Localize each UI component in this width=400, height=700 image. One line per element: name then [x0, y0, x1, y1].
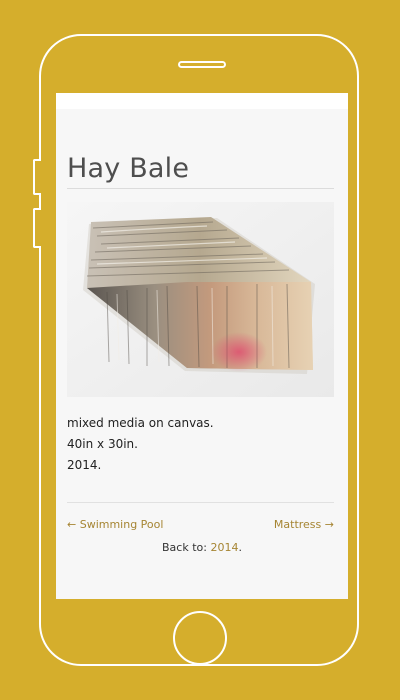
artwork-dimensions: 40in x 30in. [67, 437, 138, 451]
back-to-year-link[interactable]: 2014 [210, 541, 238, 554]
phone-speaker [178, 61, 226, 68]
previous-artwork-link[interactable]: ← Swimming Pool [67, 518, 163, 531]
status-bar [56, 93, 348, 109]
home-button [173, 611, 227, 665]
volume-down-button [33, 208, 41, 248]
title-divider [67, 188, 334, 189]
back-to-section: Back to: 2014. [56, 541, 348, 554]
artwork-image [67, 202, 334, 397]
next-artwork-link[interactable]: Mattress → [274, 518, 334, 531]
back-to-label: Back to: [162, 541, 211, 554]
back-to-suffix: . [238, 541, 242, 554]
navigation-divider [67, 502, 334, 503]
artwork-medium: mixed media on canvas. [67, 416, 214, 430]
volume-up-button [33, 159, 41, 195]
artwork-year: 2014. [67, 458, 102, 472]
page-title: Hay Bale [67, 153, 190, 184]
artwork-details: mixed media on canvas. 40in x 30in. 2014… [67, 413, 214, 476]
phone-screen: Hay Bale mixed media on canvas. 40in x 3… [56, 93, 348, 599]
